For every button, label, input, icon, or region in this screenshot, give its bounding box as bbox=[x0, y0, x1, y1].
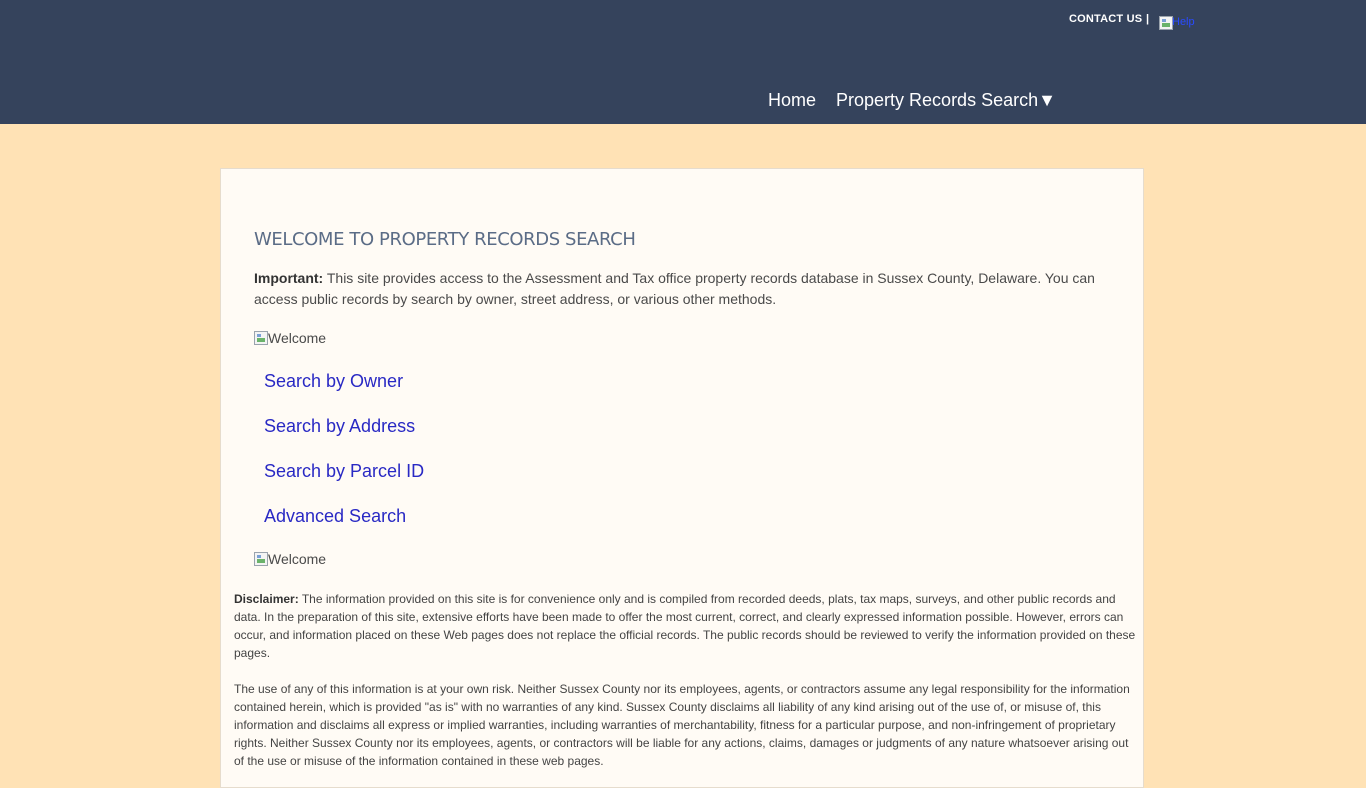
main-nav: Home Property Records Search▼ bbox=[768, 90, 1056, 111]
help-link[interactable]: Help bbox=[1159, 16, 1195, 30]
advanced-search-link[interactable]: Advanced Search bbox=[264, 506, 406, 527]
dropdown-arrow-icon: ▼ bbox=[1038, 90, 1056, 110]
header-separator: | bbox=[1146, 13, 1150, 25]
disclaimer-label: Disclaimer: bbox=[234, 592, 299, 606]
welcome-image-top: Welcome bbox=[254, 330, 326, 346]
contact-us-link[interactable]: CONTACT US bbox=[1069, 13, 1142, 25]
disclaimer: Disclaimer: The information provided on … bbox=[234, 590, 1136, 788]
search-by-parcel-link[interactable]: Search by Parcel ID bbox=[264, 461, 424, 482]
welcome-image-bottom: Welcome bbox=[254, 551, 326, 567]
nav-property-records-search[interactable]: Property Records Search▼ bbox=[836, 90, 1056, 111]
disclaimer-paragraph-1: Disclaimer: The information provided on … bbox=[234, 590, 1136, 662]
welcome-alt-text: Welcome bbox=[268, 330, 327, 346]
intro-paragraph: Important: This site provides access to … bbox=[254, 268, 1124, 310]
broken-image-icon bbox=[254, 331, 268, 345]
broken-image-icon bbox=[1159, 16, 1173, 30]
help-alt-text: Help bbox=[1172, 16, 1195, 28]
nav-home[interactable]: Home bbox=[768, 90, 816, 111]
intro-text: This site provides access to the Assessm… bbox=[254, 270, 1095, 307]
search-by-address-link[interactable]: Search by Address bbox=[264, 416, 415, 437]
nav-property-records-search-label: Property Records Search bbox=[836, 90, 1039, 110]
content-card: WELCOME TO PROPERTY RECORDS SEARCH Impor… bbox=[220, 168, 1144, 788]
search-by-owner-link[interactable]: Search by Owner bbox=[264, 371, 403, 392]
intro-important-label: Important: bbox=[254, 270, 324, 286]
broken-image-icon bbox=[254, 552, 268, 566]
site-header: CONTACT US | Help Home Property Records … bbox=[0, 0, 1366, 124]
page-title: WELCOME TO PROPERTY RECORDS SEARCH bbox=[254, 229, 636, 250]
welcome-alt-text: Welcome bbox=[268, 551, 327, 567]
disclaimer-text: The information provided on this site is… bbox=[234, 592, 1136, 660]
disclaimer-paragraph-2: The use of any of this information is at… bbox=[234, 682, 1130, 768]
